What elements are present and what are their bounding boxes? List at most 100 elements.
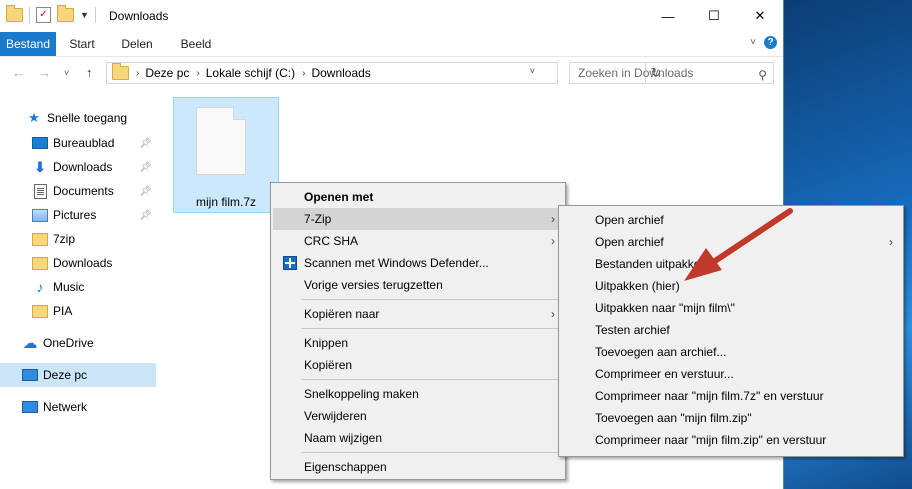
sidebar-item-bureaublad[interactable]: Bureaublad 📌︎ bbox=[0, 131, 156, 155]
menu-item-7zip[interactable]: 7-Zip › bbox=[273, 208, 563, 230]
file-item[interactable]: mijn film.7z bbox=[173, 97, 279, 213]
menu-separator bbox=[301, 328, 563, 329]
minimize-button[interactable]: — bbox=[645, 0, 691, 32]
menu-item-kopieren-naar[interactable]: Kopiëren naar › bbox=[273, 303, 563, 325]
menu-item-uitpakken-naar[interactable]: Uitpakken naar "mijn film\" bbox=[561, 297, 901, 319]
navigation-pane: ★ Snelle toegang Bureaublad 📌︎ ⬇ Downloa… bbox=[0, 100, 156, 489]
chevron-right-icon[interactable]: › bbox=[196, 68, 199, 79]
sidebar-item-label: Netwerk bbox=[43, 400, 88, 414]
sidebar-item-onedrive[interactable]: ☁ OneDrive bbox=[0, 331, 156, 355]
close-button[interactable]: ✕ bbox=[737, 0, 783, 32]
menu-item-toevoegen-archief[interactable]: Toevoegen aan archief... bbox=[561, 341, 901, 363]
sidebar-item-label: Bureaublad bbox=[53, 136, 115, 150]
folder-icon bbox=[32, 232, 48, 246]
forward-arrow-icon[interactable]: → bbox=[38, 65, 51, 80]
chevron-right-icon[interactable]: › bbox=[136, 68, 139, 79]
sidebar-item-downloads[interactable]: ⬇ Downloads 📌︎ bbox=[0, 155, 156, 179]
pin-icon[interactable]: 📌︎ bbox=[139, 162, 152, 173]
menu-item-comprimeer-zip-verstuur[interactable]: Comprimeer naar "mijn film.zip" en verst… bbox=[561, 429, 901, 451]
menu-item-verwijderen[interactable]: Verwijderen bbox=[273, 405, 563, 427]
chevron-right-icon[interactable]: › bbox=[302, 68, 305, 79]
menu-item-open-archief-sub[interactable]: Open archief › bbox=[561, 231, 901, 253]
chevron-right-icon: › bbox=[889, 235, 893, 249]
sidebar-item-7zip[interactable]: 7zip bbox=[0, 227, 156, 251]
folder-icon bbox=[32, 256, 48, 270]
tab-bestand[interactable]: Bestand bbox=[0, 32, 56, 56]
pin-icon[interactable]: 📌︎ bbox=[139, 138, 152, 149]
network-icon bbox=[22, 401, 38, 413]
menu-item-comprimeer-verstuur[interactable]: Comprimeer en verstuur... bbox=[561, 363, 901, 385]
tab-start[interactable]: Start bbox=[56, 32, 108, 56]
menu-item-crc-sha[interactable]: CRC SHA › bbox=[273, 230, 563, 252]
folder-icon bbox=[112, 63, 129, 80]
title-bar: ✓ ▼ Downloads — ☐ ✕ bbox=[0, 0, 783, 32]
menu-item-testen-archief[interactable]: Testen archief bbox=[561, 319, 901, 341]
submenu-7zip: Open archief Open archief › Bestanden ui… bbox=[558, 205, 904, 457]
window-title: Downloads bbox=[109, 9, 169, 23]
menu-item-scannen[interactable]: Scannen met Windows Defender... bbox=[273, 252, 563, 274]
maximize-button[interactable]: ☐ bbox=[691, 0, 737, 32]
menu-item-uitpakken-hier[interactable]: Uitpakken (hier) bbox=[561, 275, 901, 297]
chevron-right-icon: › bbox=[551, 212, 555, 226]
new-folder-icon[interactable] bbox=[57, 5, 74, 22]
sidebar-item-label: OneDrive bbox=[43, 336, 94, 350]
quick-access-toolbar: ✓ ▼ bbox=[6, 5, 96, 23]
file-name: mijn film.7z bbox=[195, 195, 256, 209]
customize-toolbar-icon[interactable]: ▼ bbox=[80, 10, 89, 20]
sidebar-item-label: 7zip bbox=[53, 232, 76, 246]
sidebar-item-music[interactable]: ♪ Music bbox=[0, 275, 156, 299]
toolbar-divider bbox=[94, 7, 96, 23]
computer-icon bbox=[22, 369, 38, 381]
up-arrow-icon[interactable]: ↑ bbox=[86, 65, 93, 80]
menu-item-label: 7-Zip bbox=[304, 212, 332, 226]
sidebar-item-deze-pc[interactable]: Deze pc bbox=[0, 363, 156, 387]
sidebar-item-pictures[interactable]: Pictures 📌︎ bbox=[0, 203, 156, 227]
menu-item-openen-met[interactable]: Openen met bbox=[273, 186, 563, 208]
sidebar-item-downloads-folder[interactable]: Downloads bbox=[0, 251, 156, 275]
sidebar-item-snelle-toegang[interactable]: ★ Snelle toegang bbox=[0, 106, 156, 130]
recent-locations-icon[interactable]: ˅ bbox=[64, 68, 69, 78]
menu-item-label: Scannen met Windows Defender... bbox=[304, 256, 489, 270]
cloud-icon: ☁ bbox=[22, 335, 38, 352]
chevron-right-icon: › bbox=[551, 234, 555, 248]
menu-item-knippen[interactable]: Knippen bbox=[273, 332, 563, 354]
breadcrumb-deze-pc[interactable]: Deze pc bbox=[145, 66, 189, 80]
help-icon[interactable]: ? bbox=[764, 36, 777, 49]
menu-item-naam-wijzigen[interactable]: Naam wijzigen bbox=[273, 427, 563, 449]
pin-icon[interactable]: 📌︎ bbox=[139, 186, 152, 197]
pin-icon[interactable]: 📌︎ bbox=[139, 210, 152, 221]
menu-item-toevoegen-zip[interactable]: Toevoegen aan "mijn film.zip" bbox=[561, 407, 901, 429]
tab-beeld[interactable]: Beeld bbox=[166, 32, 226, 56]
file-icon bbox=[196, 107, 246, 175]
sidebar-item-documents[interactable]: Documents 📌︎ bbox=[0, 179, 156, 203]
menu-item-bestanden-uitpakken[interactable]: Bestanden uitpakken... bbox=[561, 253, 901, 275]
ribbon-tabs: Bestand Start Delen Beeld ˅ ? bbox=[0, 32, 783, 57]
sidebar-item-label: Downloads bbox=[53, 256, 113, 270]
sidebar-item-netwerk[interactable]: Netwerk bbox=[0, 395, 156, 419]
tab-delen[interactable]: Delen bbox=[108, 32, 166, 56]
properties-icon[interactable]: ✓ bbox=[36, 7, 51, 23]
ribbon-controls: ˅ ? bbox=[750, 36, 777, 49]
expand-ribbon-icon[interactable]: ˅ bbox=[750, 37, 756, 48]
search-input[interactable]: Zoeken in Downloads ⚲ bbox=[569, 62, 774, 84]
sidebar-item-pia[interactable]: PIA bbox=[0, 299, 156, 323]
menu-item-comprimeer-7z-verstuur[interactable]: Comprimeer naar "mijn film.7z" en verstu… bbox=[561, 385, 901, 407]
pictures-icon bbox=[32, 208, 48, 222]
sidebar-item-label: Downloads bbox=[53, 160, 113, 174]
menu-item-eigenschappen[interactable]: Eigenschappen bbox=[273, 456, 563, 478]
breadcrumb-downloads[interactable]: Downloads bbox=[311, 66, 370, 80]
address-dropdown-icon[interactable]: ˅ bbox=[530, 66, 535, 76]
toolbar-divider bbox=[29, 7, 30, 23]
menu-item-vorige-versies[interactable]: Vorige versies terugzetten bbox=[273, 274, 563, 296]
menu-item-open-archief[interactable]: Open archief bbox=[561, 209, 901, 231]
folder-icon[interactable] bbox=[6, 5, 23, 22]
back-arrow-icon[interactable]: ← bbox=[12, 65, 25, 80]
menu-separator bbox=[301, 452, 563, 453]
windows-defender-icon bbox=[283, 256, 297, 270]
breadcrumb-lokale-schijf[interactable]: Lokale schijf (C:) bbox=[206, 66, 295, 80]
sidebar-item-label: PIA bbox=[53, 304, 73, 318]
menu-item-kopieren[interactable]: Kopiëren bbox=[273, 354, 563, 376]
address-bar[interactable]: › Deze pc › Lokale schijf (C:) › Downloa… bbox=[106, 62, 661, 84]
menu-item-snelkoppeling[interactable]: Snelkoppeling maken bbox=[273, 383, 563, 405]
chevron-right-icon: › bbox=[551, 307, 555, 321]
